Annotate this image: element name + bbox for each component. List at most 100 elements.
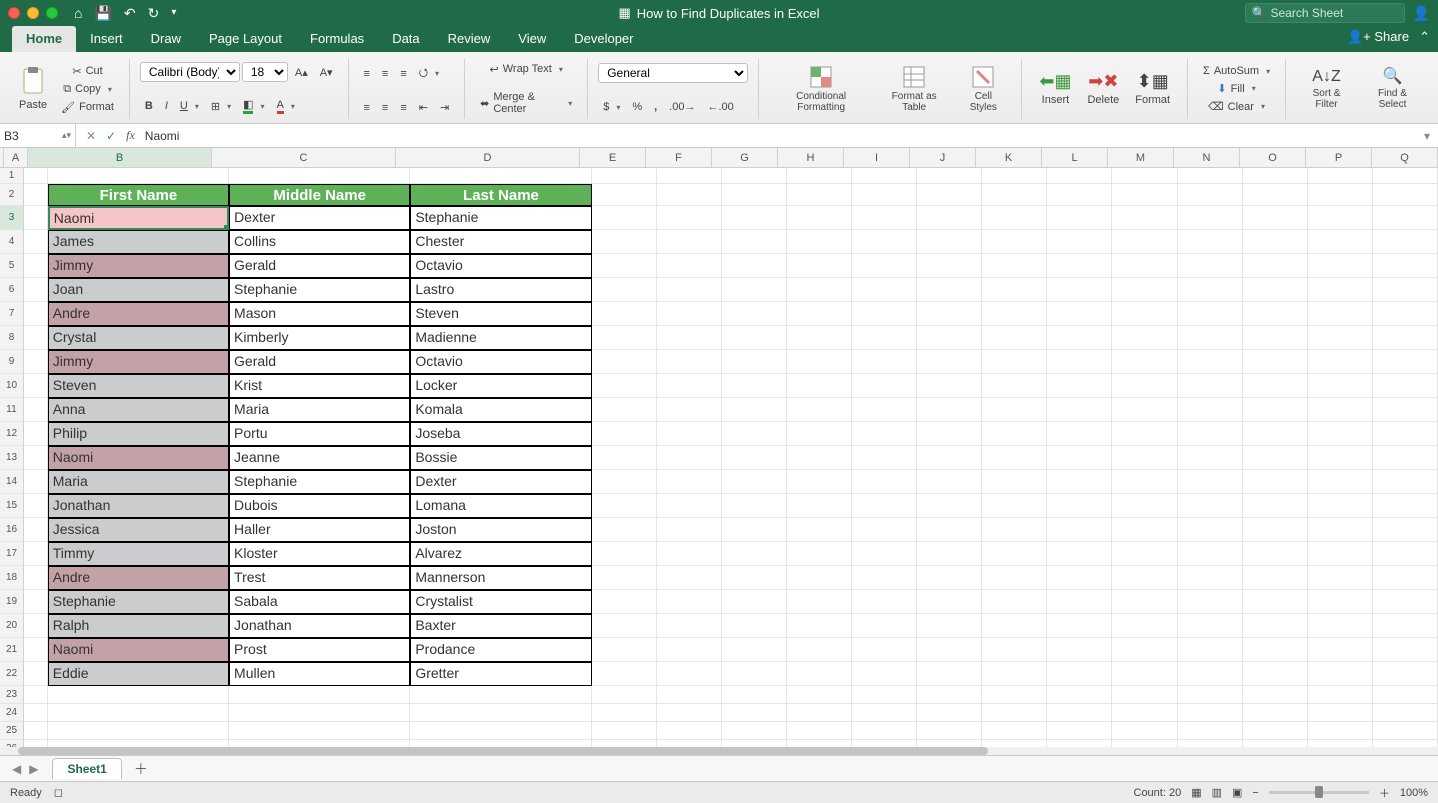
cell[interactable] xyxy=(1112,590,1177,614)
cell[interactable] xyxy=(657,398,722,422)
cell[interactable] xyxy=(24,168,48,184)
cell[interactable] xyxy=(852,446,917,470)
cell[interactable] xyxy=(1308,494,1373,518)
cell[interactable] xyxy=(982,326,1047,350)
cell[interactable] xyxy=(1112,446,1177,470)
cell[interactable] xyxy=(982,542,1047,566)
cell[interactable] xyxy=(1112,470,1177,494)
cell[interactable] xyxy=(852,686,917,704)
cell[interactable] xyxy=(852,566,917,590)
cell[interactable] xyxy=(917,518,982,542)
cell[interactable]: Stephanie xyxy=(229,278,410,302)
cell[interactable] xyxy=(917,326,982,350)
cell[interactable] xyxy=(410,704,591,722)
cell[interactable] xyxy=(657,302,722,326)
cell[interactable] xyxy=(657,168,722,184)
column-header-D[interactable]: D xyxy=(396,148,580,167)
cell[interactable] xyxy=(852,302,917,326)
tab-draw[interactable]: Draw xyxy=(137,26,195,52)
cell[interactable]: Timmy xyxy=(48,542,229,566)
cell[interactable] xyxy=(1112,374,1177,398)
cell[interactable] xyxy=(1373,374,1438,398)
cell[interactable] xyxy=(1373,518,1438,542)
cell[interactable] xyxy=(852,422,917,446)
cell[interactable] xyxy=(1373,184,1438,206)
cell[interactable]: Prost xyxy=(229,638,410,662)
decrease-decimal-button[interactable]: ←.00 xyxy=(702,99,738,115)
cell[interactable] xyxy=(722,722,787,740)
cell[interactable] xyxy=(722,566,787,590)
formula-input[interactable]: Naomi xyxy=(141,129,1416,143)
cell[interactable]: Philip xyxy=(48,422,229,446)
cell[interactable] xyxy=(1243,230,1308,254)
cell[interactable] xyxy=(1047,662,1112,686)
row-header[interactable]: 21 xyxy=(0,638,24,662)
row-header[interactable]: 3 xyxy=(0,206,24,230)
cell[interactable] xyxy=(592,398,657,422)
cell[interactable] xyxy=(917,278,982,302)
cell[interactable]: Middle Name xyxy=(229,184,410,206)
cell[interactable] xyxy=(1243,302,1308,326)
cell[interactable] xyxy=(1047,374,1112,398)
cell[interactable]: Haller xyxy=(229,518,410,542)
view-normal-icon[interactable]: ▦ xyxy=(1191,786,1201,799)
cell[interactable] xyxy=(1112,686,1177,704)
align-bottom-button[interactable]: ≡ xyxy=(395,66,411,82)
cell[interactable] xyxy=(1243,566,1308,590)
cell[interactable] xyxy=(24,230,48,254)
cell[interactable] xyxy=(1243,446,1308,470)
cell[interactable] xyxy=(982,422,1047,446)
cell[interactable] xyxy=(787,230,852,254)
cell[interactable] xyxy=(852,184,917,206)
cell[interactable]: Jeanne xyxy=(229,446,410,470)
cell[interactable] xyxy=(592,638,657,662)
cell[interactable]: James xyxy=(48,230,229,254)
cell[interactable]: Joston xyxy=(410,518,591,542)
cell[interactable] xyxy=(24,638,48,662)
cell[interactable] xyxy=(1178,542,1243,566)
cell[interactable] xyxy=(852,206,917,230)
number-format-select[interactable]: General xyxy=(598,63,748,83)
cell[interactable]: Lastro xyxy=(410,278,591,302)
cell[interactable] xyxy=(1373,206,1438,230)
cell[interactable] xyxy=(1308,398,1373,422)
cell[interactable] xyxy=(1112,326,1177,350)
cell[interactable] xyxy=(1308,722,1373,740)
search-sheet-input[interactable] xyxy=(1271,6,1391,20)
cell[interactable]: Alvarez xyxy=(410,542,591,566)
cell[interactable] xyxy=(1243,722,1308,740)
cell-styles-button[interactable]: Cell Styles xyxy=(955,60,1011,118)
cell[interactable] xyxy=(787,206,852,230)
cell[interactable] xyxy=(592,184,657,206)
cell[interactable] xyxy=(787,590,852,614)
cell[interactable] xyxy=(48,686,229,704)
cell[interactable] xyxy=(1047,590,1112,614)
row-header[interactable]: 5 xyxy=(0,254,24,278)
cell[interactable]: Stephanie xyxy=(410,206,591,230)
cell[interactable] xyxy=(982,350,1047,374)
format-painter-button[interactable]: 🖌Format xyxy=(56,99,119,116)
cell[interactable]: Trest xyxy=(229,566,410,590)
namebox-stepper-icon[interactable]: ▴▾ xyxy=(62,130,71,141)
cell[interactable] xyxy=(1112,278,1177,302)
cell[interactable] xyxy=(1178,686,1243,704)
cell[interactable] xyxy=(852,350,917,374)
cell[interactable] xyxy=(917,374,982,398)
cell[interactable] xyxy=(1047,168,1112,184)
cell[interactable] xyxy=(657,662,722,686)
cell[interactable] xyxy=(722,590,787,614)
cell[interactable] xyxy=(722,662,787,686)
column-header-J[interactable]: J xyxy=(910,148,976,167)
cell[interactable] xyxy=(1112,638,1177,662)
cell[interactable] xyxy=(1178,704,1243,722)
row-header[interactable]: 6 xyxy=(0,278,24,302)
cell[interactable]: Jimmy xyxy=(48,254,229,278)
cell[interactable] xyxy=(787,422,852,446)
cell[interactable] xyxy=(982,230,1047,254)
cell[interactable] xyxy=(592,518,657,542)
cell[interactable] xyxy=(657,722,722,740)
increase-decimal-button[interactable]: .00→ xyxy=(664,99,700,115)
cell[interactable] xyxy=(1373,740,1438,747)
name-box[interactable]: B3 ▴▾ xyxy=(0,124,76,147)
cell[interactable] xyxy=(917,254,982,278)
